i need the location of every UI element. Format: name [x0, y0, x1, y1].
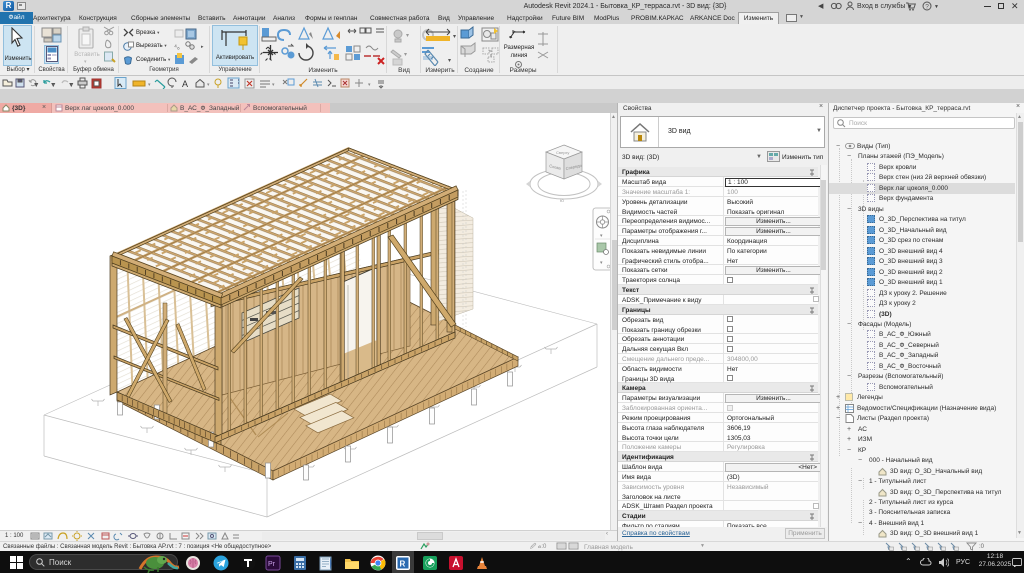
svg-text:⁴₆: ⁴₆	[174, 44, 180, 51]
svg-text:?: ?	[925, 3, 929, 10]
svg-text:▾: ▾	[406, 33, 409, 39]
svg-text:Pr: Pr	[268, 561, 276, 568]
svg-text:Сверху: Сверху	[556, 150, 569, 155]
svg-text:▾: ▾	[272, 82, 275, 88]
svg-text:▾: ▾	[70, 82, 73, 88]
svg-text:▾: ▾	[207, 82, 210, 88]
svg-text:Ю: Ю	[560, 198, 564, 203]
svg-text:▾: ▾	[448, 58, 451, 64]
svg-text:▾: ▾	[404, 52, 407, 58]
svg-text:R: R	[400, 560, 406, 569]
svg-text:▸: ▸	[201, 44, 204, 50]
svg-text:▾: ▾	[52, 82, 55, 88]
svg-text:▾: ▾	[35, 82, 38, 88]
svg-text:▾: ▾	[368, 82, 371, 88]
svg-text:A: A	[182, 79, 188, 89]
svg-text:▾: ▾	[148, 82, 151, 88]
svg-text:▾: ▾	[453, 34, 456, 40]
